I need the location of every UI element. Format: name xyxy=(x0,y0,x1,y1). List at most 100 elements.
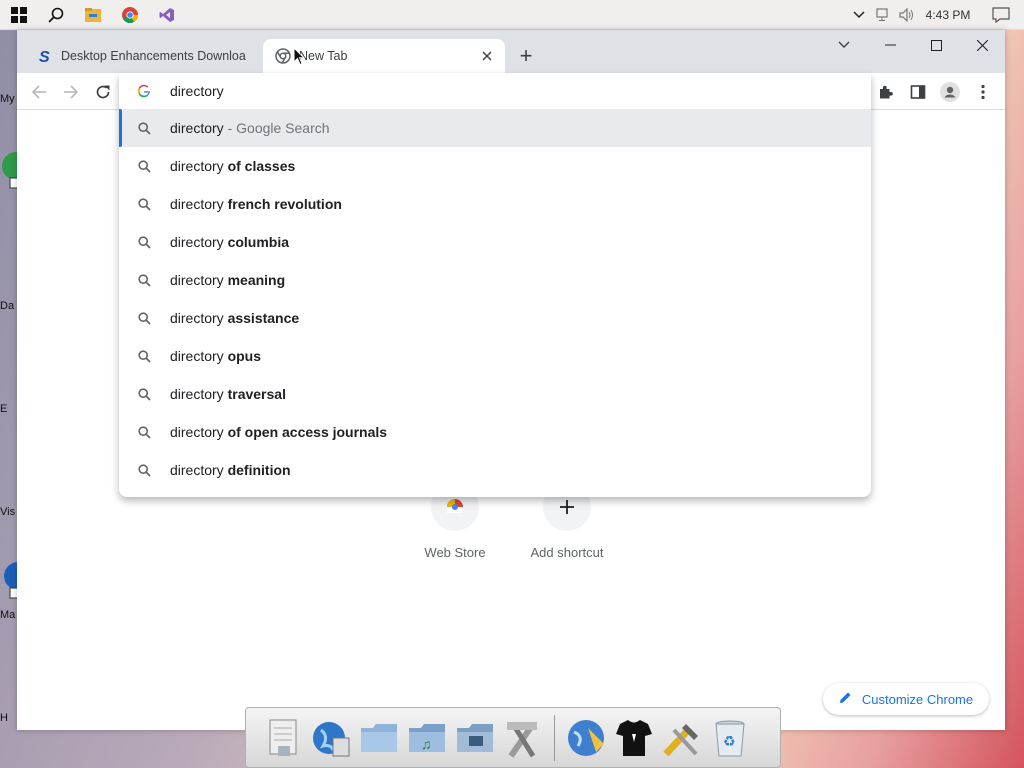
tab-title: New Tab xyxy=(299,49,348,63)
desktop-icon-label[interactable]: Vis xyxy=(0,506,18,518)
utilities-icon[interactable] xyxy=(500,714,546,762)
chrome-icon[interactable] xyxy=(111,0,148,30)
suggestion-item[interactable]: directory of classes xyxy=(119,147,871,185)
close-tab-icon[interactable] xyxy=(477,46,497,66)
profile-avatar-icon[interactable] xyxy=(936,78,964,106)
suggestion-item[interactable]: directory columbia xyxy=(119,223,871,261)
suggestion-text: directory definition xyxy=(170,462,291,478)
tools-icon[interactable] xyxy=(659,714,705,762)
suggestion-text: directory traversal xyxy=(170,386,286,402)
network-icon[interactable] xyxy=(872,0,896,30)
notifications-icon[interactable] xyxy=(978,0,1024,30)
menu-kebab-icon[interactable] xyxy=(969,78,997,106)
network-globe-icon[interactable] xyxy=(563,714,609,762)
desktop-icon-label[interactable]: Ma xyxy=(0,609,18,621)
visual-studio-icon[interactable] xyxy=(148,0,185,30)
shortcut-label: Add shortcut xyxy=(530,545,604,560)
search-icon xyxy=(136,348,152,364)
tab-title: Desktop Enhancements Downloa xyxy=(61,49,246,63)
preview-icon[interactable] xyxy=(260,714,306,762)
suggestion-text: directory opus xyxy=(170,348,261,364)
minimize-icon[interactable] xyxy=(867,30,913,60)
forward-icon[interactable] xyxy=(57,78,85,106)
address-bar-text: directory xyxy=(170,83,224,99)
clock[interactable]: 4:43 PM xyxy=(918,0,978,30)
suggestion-completion: meaning xyxy=(227,272,286,288)
maximize-icon[interactable] xyxy=(913,30,959,60)
google-g-icon xyxy=(136,83,152,99)
windows-start-icon[interactable] xyxy=(0,0,37,30)
selection-indicator xyxy=(119,109,122,147)
tab-desktop-enhancements[interactable]: S Desktop Enhancements Downloa xyxy=(25,39,263,73)
suggestion-prefix: directory xyxy=(170,424,224,440)
search-icon xyxy=(136,158,152,174)
desktop-icon-label[interactable]: Da xyxy=(0,300,18,312)
tshirt-icon[interactable] xyxy=(611,714,657,762)
dock-bar: ♫ ♻ xyxy=(245,707,781,768)
suggestion-item[interactable]: directory french revolution xyxy=(119,185,871,223)
suggestion-item[interactable]: directory traversal xyxy=(119,375,871,413)
suggestion-completion: french revolution xyxy=(227,196,342,212)
search-icon xyxy=(136,462,152,478)
suggestion-item[interactable]: directory definition xyxy=(119,451,871,489)
omnibox-dropdown: directory directory - Google Search direc… xyxy=(119,73,871,497)
suggestion-prefix: directory xyxy=(170,120,224,136)
suggestion-text: directory - Google Search xyxy=(170,120,330,136)
suggestion-text: directory of classes xyxy=(170,158,295,174)
suggestion-item[interactable]: directory of open access journals xyxy=(119,413,871,451)
folder-icon[interactable] xyxy=(356,714,402,762)
volume-icon[interactable] xyxy=(896,0,918,30)
suggestion-text: directory french revolution xyxy=(170,196,342,212)
desktop-icon-label[interactable]: My xyxy=(0,93,18,105)
suggestion-text: directory meaning xyxy=(170,272,285,288)
close-window-icon[interactable] xyxy=(959,30,1005,60)
svg-text:♻: ♻ xyxy=(723,733,736,749)
suggestion-item[interactable]: directory opus xyxy=(119,337,871,375)
search-icon xyxy=(136,120,152,136)
shortcut-label: Web Store xyxy=(424,545,486,560)
suggestion-completion: of classes xyxy=(227,158,296,174)
customize-chrome-button[interactable]: Customize Chrome xyxy=(823,683,989,715)
windows-taskbar: 4:43 PM xyxy=(0,0,1024,30)
suggestion-completion: traversal xyxy=(227,386,286,402)
suggestion-completion: opus xyxy=(227,348,262,364)
suggestion-prefix: directory xyxy=(170,158,224,174)
suggestion-hint: Google Search xyxy=(236,120,330,136)
search-icon xyxy=(136,424,152,440)
search-icon[interactable] xyxy=(37,0,74,30)
extensions-icon[interactable] xyxy=(872,78,900,106)
suggestion-completion: columbia xyxy=(227,234,290,250)
music-folder-icon[interactable]: ♫ xyxy=(404,714,450,762)
suggestion-text: directory of open access journals xyxy=(170,424,387,440)
suggestion-prefix: directory xyxy=(170,462,224,478)
internet-globe-icon[interactable] xyxy=(308,714,354,762)
desktop-icon-label[interactable]: H xyxy=(0,712,18,724)
suggestion-item[interactable]: directory assistance xyxy=(119,299,871,337)
recycle-bin-icon[interactable]: ♻ xyxy=(707,714,753,762)
tab-search-icon[interactable] xyxy=(821,30,867,60)
desktop-icon[interactable] xyxy=(0,560,18,600)
suggestion-completion: of open access journals xyxy=(227,424,388,440)
address-bar[interactable]: directory xyxy=(119,73,871,109)
suggestion-separator: - xyxy=(223,120,237,136)
search-icon xyxy=(136,196,152,212)
desktop-icon-label[interactable]: E xyxy=(0,403,18,415)
suggestion-prefix: directory xyxy=(170,234,224,250)
side-panel-icon[interactable] xyxy=(904,78,932,106)
pictures-folder-icon[interactable] xyxy=(452,714,498,762)
pencil-icon xyxy=(839,691,852,707)
svg-text:S: S xyxy=(39,49,50,64)
reload-icon[interactable] xyxy=(89,78,117,106)
suggestion-item[interactable]: directory meaning xyxy=(119,261,871,299)
chevron-up-icon[interactable] xyxy=(846,0,872,30)
s-logo-icon: S xyxy=(37,48,53,64)
desktop-icon[interactable] xyxy=(0,150,18,190)
file-explorer-icon[interactable] xyxy=(74,0,111,30)
suggestion-prefix: directory xyxy=(170,196,224,212)
new-tab-button[interactable]: + xyxy=(514,43,538,68)
search-icon xyxy=(136,386,152,402)
back-icon[interactable] xyxy=(25,78,53,106)
suggestion-text: directory assistance xyxy=(170,310,299,326)
suggestion-item[interactable]: directory - Google Search xyxy=(119,109,871,147)
dock-separator xyxy=(554,714,555,761)
